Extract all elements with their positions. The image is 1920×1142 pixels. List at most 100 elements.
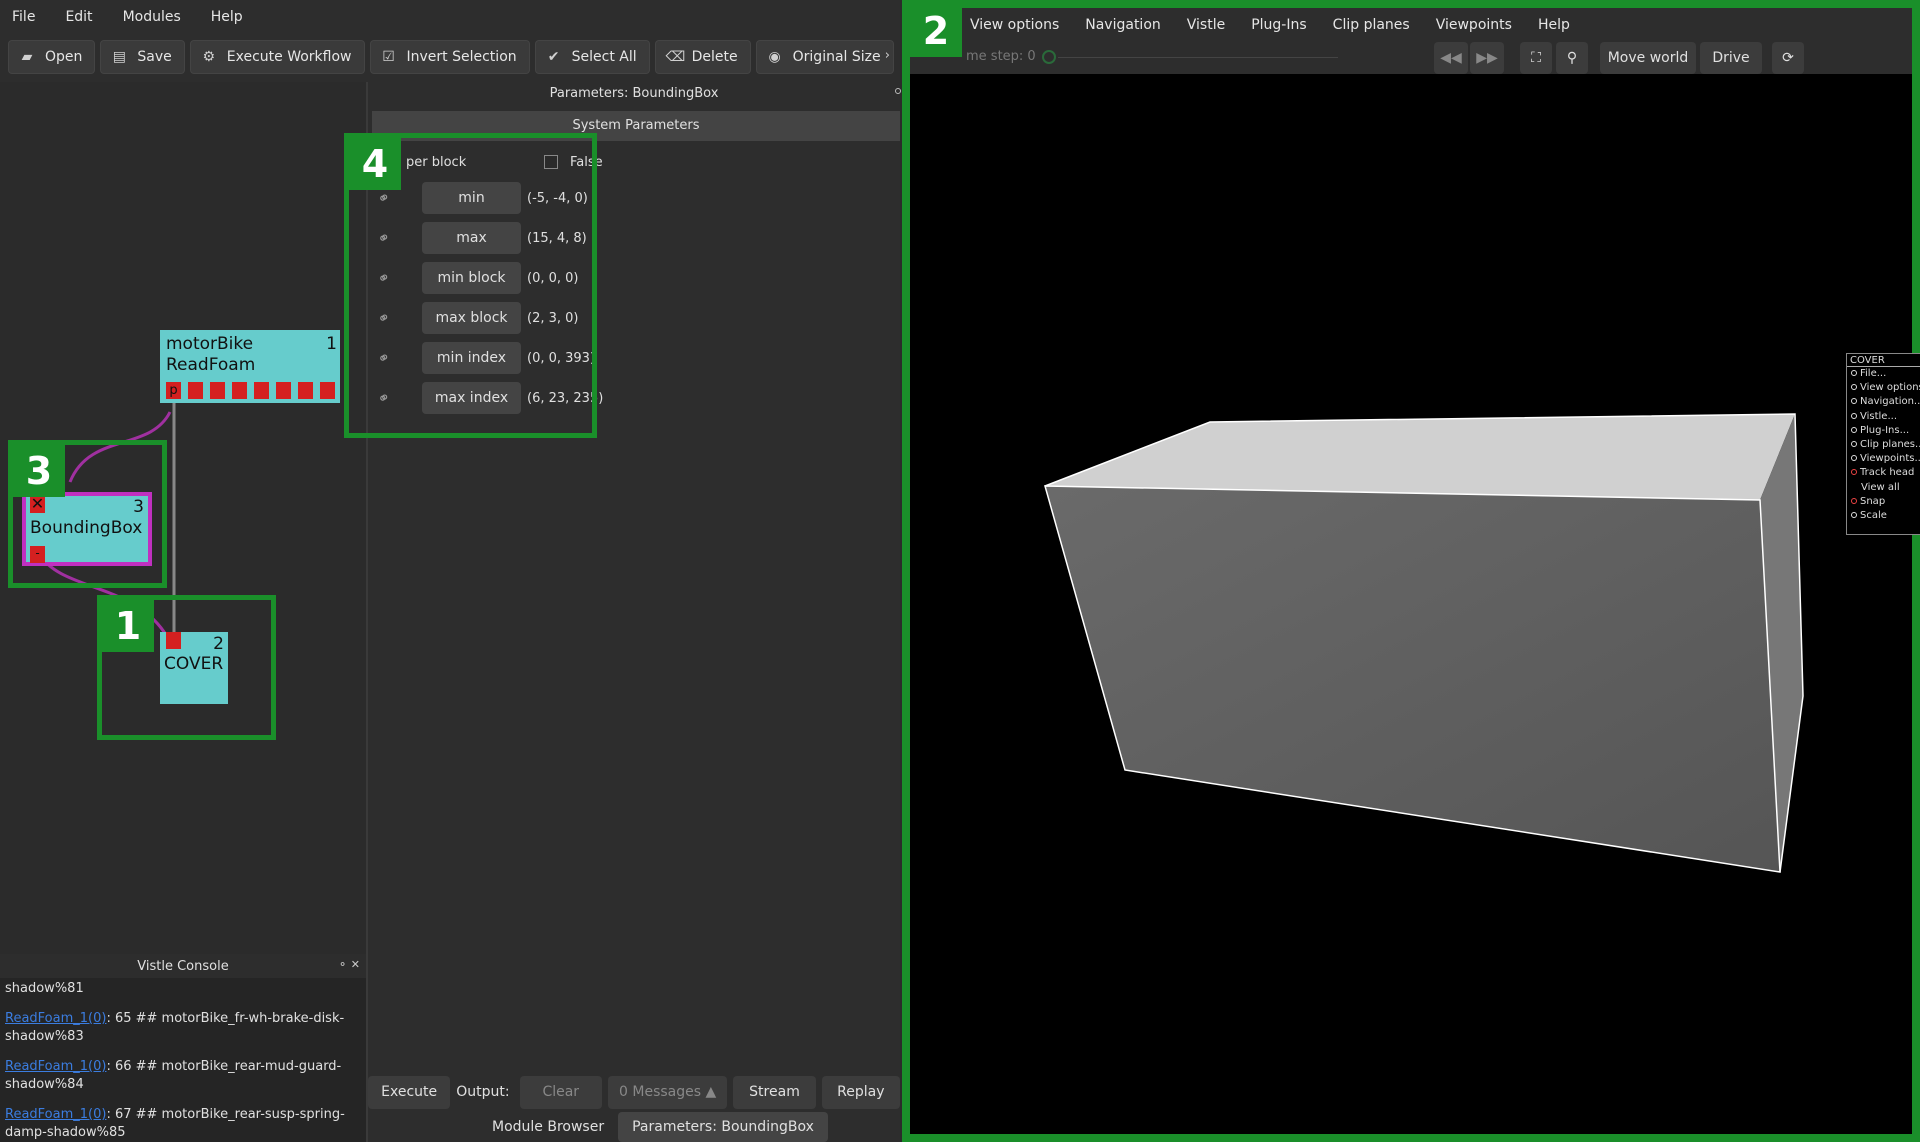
cover-menu-item-label: Navigation... [1860,396,1920,408]
cover-menu-item[interactable]: File... [1847,367,1920,381]
menu-vistle[interactable]: Vistle [1187,17,1225,33]
output-port[interactable] [210,382,225,399]
cover-menu-item-label: Clip planes... [1860,438,1920,450]
tab-module-browser[interactable]: Module Browser [478,1112,618,1142]
folder-open-icon: ▰ [21,49,33,65]
cover-menu-item-label: File... [1860,368,1887,379]
menu-file[interactable]: File [12,9,35,25]
cover-viewer[interactable]: View options Navigation Vistle Plug-Ins … [902,0,1920,1142]
save-icon: ▤ [112,49,127,65]
refresh-icon[interactable]: ⟳ [1772,42,1804,74]
original-size-label: Original Size [792,49,881,65]
cover-menu-item-label: Vistle... [1860,410,1897,422]
output-port[interactable] [298,382,313,399]
timestep-slider[interactable] [1058,57,1338,58]
stream-button[interactable]: Stream [733,1075,816,1109]
panel-float-icon[interactable] [895,88,901,94]
eye-icon: ◉ [768,49,781,65]
cover-menu-item-label: Snap [1860,495,1886,507]
cover-menu-item[interactable]: Navigation... [1847,395,1920,409]
radio-icon [1851,426,1857,433]
invert-selection-button[interactable]: ☑ Invert Selection [369,40,530,74]
menu-viewpoints[interactable]: Viewpoints [1436,17,1512,33]
radio-icon [1851,384,1857,391]
fullscreen-icon[interactable]: ⛶ [1520,42,1552,74]
3d-scene[interactable] [910,74,1912,1134]
console-line: ReadFoam_1(0): 66 ## motorBike_rear-mud-… [5,1058,366,1094]
delete-button[interactable]: ⌫ Delete [654,40,751,74]
cover-menu-item[interactable]: View options... [1847,381,1920,395]
viewer-menu-bar: View options Navigation Vistle Plug-Ins … [910,8,1912,42]
gear-icon: ⚙ [202,49,216,65]
execute-button[interactable]: Execute [368,1075,451,1109]
open-button[interactable]: ▰ Open [8,40,96,74]
menu-navigation[interactable]: Navigation [1085,17,1161,33]
menu-view-options[interactable]: View options [970,17,1059,33]
checkbox-icon: ☑ [382,49,395,65]
select-all-button[interactable]: ✔ Select All [534,40,650,74]
step-back-icon[interactable]: ◀◀ [1434,42,1468,74]
box-top-face [1045,414,1795,500]
output-label: Output: [456,1084,510,1100]
menu-modules[interactable]: Modules [123,9,181,25]
main-toolbar: ▰ Open ▤ Save ⚙ Execute Workflow ☑ Inver… [0,36,900,78]
cover-menu-item[interactable]: Vistle... [1847,410,1920,424]
output-port[interactable] [254,382,269,399]
parameters-panel-title: Parameters: BoundingBox [549,86,719,101]
cover-menu-item-label: Scale [1860,509,1887,521]
cover-menu-item[interactable]: Scale [1847,509,1920,523]
panel-tabs: Module Browser Parameters: BoundingBox [368,1112,900,1142]
execute-workflow-button[interactable]: ⚙ Execute Workflow [189,40,365,74]
save-button[interactable]: ▤ Save [100,40,185,74]
cover-menu-item[interactable]: View all [1847,481,1920,495]
cover-menu-item[interactable]: Plug-Ins... [1847,424,1920,438]
step-forward-icon[interactable]: ▶▶ [1470,42,1504,74]
messages-button[interactable]: 0 Messages ▲ [607,1075,728,1109]
output-port[interactable]: p [166,382,181,399]
node-readfoam[interactable]: motorBike ReadFoam 1 p [160,330,340,403]
tab-parameters[interactable]: Parameters: BoundingBox [618,1112,828,1142]
node-readfoam-line2: ReadFoam [166,355,256,375]
console-title: Vistle Console [137,959,229,974]
cover-menu-item[interactable]: Viewpoints... [1847,452,1920,466]
move-world-button[interactable]: Move world [1600,42,1696,74]
cover-menu-item-label: Track head [1860,467,1915,479]
menu-help[interactable]: Help [211,9,243,25]
output-port[interactable] [232,382,247,399]
console-link[interactable]: ReadFoam_1(0) [5,1107,106,1122]
vistle-console[interactable]: shadow%81 ReadFoam_1(0): 65 ## motorBike… [0,978,366,1142]
console-link[interactable]: ReadFoam_1(0) [5,1011,106,1026]
cover-menu-title: COVER [1847,354,1920,367]
radio-icon [1851,370,1857,376]
drive-button[interactable]: Drive [1700,42,1762,74]
search-icon[interactable]: ⚲ [1556,42,1588,74]
cover-vr-menu: COVER File... View options... Navigation… [1846,353,1920,535]
menu-plug-ins[interactable]: Plug-Ins [1251,17,1306,33]
cover-menu-item-label: Plug-Ins... [1860,424,1910,436]
annotation-label-1: 1 [102,600,154,652]
menu-clip-planes[interactable]: Clip planes [1333,17,1410,33]
cover-menu-item[interactable]: Track head [1847,466,1920,480]
annotation-label-4: 4 [349,138,401,190]
box-front-face [1044,485,1781,873]
console-link[interactable]: ReadFoam_1(0) [5,1059,106,1074]
cover-menu-item[interactable]: Snap [1847,495,1920,509]
menu-edit[interactable]: Edit [65,9,92,25]
console-line: shadow%81 [5,980,366,998]
cover-menu-item[interactable]: Clip planes... [1847,438,1920,452]
cover-menu-item-label: View options... [1860,382,1920,394]
menu-help[interactable]: Help [1538,17,1570,33]
original-size-button[interactable]: ◉ Original Size [755,40,894,74]
output-port[interactable] [188,382,203,399]
checkbox-icon [1851,497,1857,504]
toolbar-overflow-icon[interactable]: › [885,48,890,63]
delete-label: Delete [691,49,738,65]
output-port[interactable] [276,382,291,399]
timestep-slider-handle[interactable] [1042,50,1056,64]
console-controls[interactable]: ⚬ ✕ [338,958,360,971]
replay-button[interactable]: Replay [821,1075,900,1109]
radio-icon [1851,511,1857,518]
clear-button[interactable]: Clear [519,1075,602,1109]
output-bar: Execute Output: Clear 0 Messages ▲ Strea… [368,1075,900,1109]
output-port[interactable] [320,382,335,399]
